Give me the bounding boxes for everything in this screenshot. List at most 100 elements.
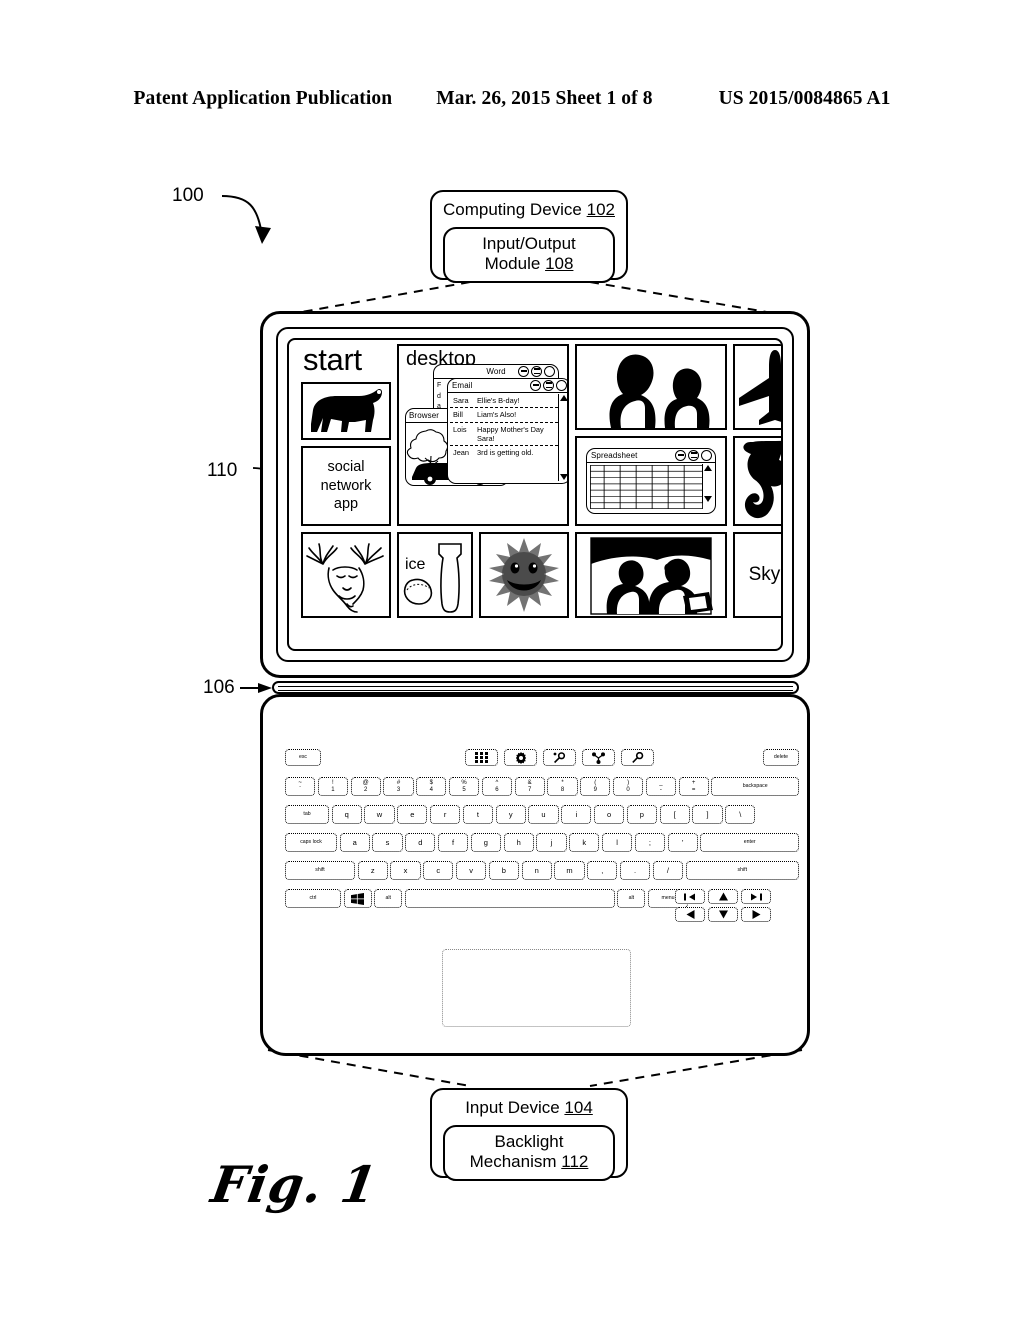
key-k[interactable]: k xyxy=(569,833,600,852)
email-list-item[interactable]: Sara Ellie's B-day! xyxy=(450,394,558,409)
close-icon[interactable] xyxy=(544,366,555,378)
spreadsheet-scrollbar[interactable] xyxy=(702,464,713,503)
minimize-icon[interactable] xyxy=(518,366,529,378)
key--[interactable]: _ - xyxy=(645,777,676,796)
close-icon[interactable] xyxy=(701,450,712,462)
key-`[interactable]: ~ ` xyxy=(285,777,316,796)
word-window-controls[interactable] xyxy=(518,366,555,378)
key-b[interactable]: b xyxy=(488,861,519,880)
scroll-down-icon[interactable] xyxy=(704,496,712,502)
key-[[interactable]: [ xyxy=(659,805,690,824)
key-magnifier[interactable] xyxy=(543,749,576,766)
key-n[interactable]: n xyxy=(521,861,552,880)
maximize-icon[interactable] xyxy=(543,380,554,392)
airplane-tile[interactable] xyxy=(733,344,781,430)
key-i[interactable]: i xyxy=(561,805,592,824)
maximize-icon[interactable] xyxy=(688,450,699,462)
key-shift-right[interactable]: shift xyxy=(685,861,799,880)
key-d[interactable]: d xyxy=(405,833,436,852)
key-=[interactable]: + = xyxy=(678,777,709,796)
key-search[interactable] xyxy=(621,749,654,766)
key-j[interactable]: j xyxy=(536,833,567,852)
key-delete[interactable]: delete xyxy=(763,749,799,766)
key-3[interactable]: #3 xyxy=(383,777,414,796)
key-start-grid[interactable] xyxy=(465,749,498,766)
key-shift-left[interactable]: shift xyxy=(285,861,355,880)
key-gear[interactable] xyxy=(504,749,537,766)
maximize-icon[interactable] xyxy=(531,366,542,378)
email-window-controls[interactable] xyxy=(530,380,567,392)
key-f[interactable]: f xyxy=(438,833,469,852)
key-end[interactable] xyxy=(741,889,771,904)
key-/[interactable]: / xyxy=(652,861,683,880)
key-x[interactable]: x xyxy=(390,861,421,880)
trackpad[interactable] xyxy=(442,949,631,1027)
email-list-item[interactable]: Lois Happy Mother's Day Sara! xyxy=(450,423,558,446)
key-2[interactable]: @2 xyxy=(350,777,381,796)
key-s[interactable]: s xyxy=(372,833,403,852)
spreadsheet-window-controls[interactable] xyxy=(675,450,712,462)
email-window[interactable]: Email Sara Ellie's B-day! Bill Liam's Al… xyxy=(447,378,567,484)
key-6[interactable]: ^ 6 xyxy=(481,777,512,796)
desktop-tile[interactable]: desktop Word FdaL xyxy=(397,344,569,526)
email-message-list[interactable]: Sara Ellie's B-day! Bill Liam's Also! Lo… xyxy=(450,394,558,481)
key-ctrl[interactable]: ctrl xyxy=(285,889,341,908)
key-p[interactable]: p xyxy=(626,805,657,824)
key-alt-left[interactable]: alt xyxy=(374,889,403,908)
key-a[interactable]: a xyxy=(339,833,370,852)
key-8[interactable]: * 8 xyxy=(547,777,578,796)
minimize-icon[interactable] xyxy=(530,380,541,392)
key-arrow-up[interactable] xyxy=(708,889,738,904)
key-w[interactable]: w xyxy=(364,805,395,824)
key-o[interactable]: o xyxy=(594,805,625,824)
key-1[interactable]: ! 1 xyxy=(317,777,348,796)
skype-tile[interactable]: Skype xyxy=(733,532,781,618)
key-h[interactable]: h xyxy=(503,833,534,852)
key-9[interactable]: (9 xyxy=(580,777,611,796)
key-'[interactable]: ' xyxy=(667,833,698,852)
scroll-up-icon[interactable] xyxy=(704,465,712,471)
key-q[interactable]: q xyxy=(331,805,362,824)
key-arrow-left[interactable] xyxy=(675,907,705,922)
key-enter[interactable]: enter xyxy=(700,833,799,852)
key-share[interactable] xyxy=(582,749,615,766)
email-list-item[interactable]: Jean 3rd is getting old. xyxy=(450,446,558,459)
key-.[interactable]: . xyxy=(620,861,651,880)
key-spacebar[interactable] xyxy=(404,889,615,908)
key-e[interactable]: e xyxy=(397,805,428,824)
key-windows[interactable] xyxy=(343,889,372,908)
minimize-icon[interactable] xyxy=(675,450,686,462)
spreadsheet-window[interactable]: Spreadsheet xyxy=(586,448,716,514)
key-home[interactable] xyxy=(675,889,705,904)
people-photo-tile[interactable] xyxy=(575,344,727,430)
key-arrow-right[interactable] xyxy=(741,907,771,922)
social-network-app-tile[interactable]: social network app xyxy=(301,446,391,526)
email-list-item[interactable]: Bill Liam's Also! xyxy=(450,408,558,423)
email-scrollbar[interactable] xyxy=(557,394,567,481)
scroll-down-icon[interactable] xyxy=(559,474,567,480)
key-t[interactable]: t xyxy=(462,805,493,824)
key-tab[interactable]: tab xyxy=(285,805,329,824)
key-0[interactable]: ) 0 xyxy=(613,777,644,796)
key-,[interactable]: , xyxy=(587,861,618,880)
scroll-up-icon[interactable] xyxy=(559,395,567,401)
family-photo-tile[interactable] xyxy=(575,532,727,618)
key-7[interactable]: & 7 xyxy=(514,777,545,796)
ice-tile[interactable]: ice xyxy=(397,532,473,618)
key-z[interactable]: z xyxy=(357,861,388,880)
key-5[interactable]: % 5 xyxy=(449,777,480,796)
emoji-tile[interactable] xyxy=(479,532,569,618)
key-l[interactable]: l xyxy=(602,833,633,852)
spreadsheet-grid[interactable] xyxy=(590,465,703,509)
key-backspace[interactable]: backspace xyxy=(711,777,799,796)
key-caps-lock[interactable]: caps lock xyxy=(285,833,337,852)
monkey-tile[interactable] xyxy=(733,436,781,526)
dog-tile[interactable] xyxy=(301,382,391,440)
key-r[interactable]: r xyxy=(430,805,461,824)
key-alt-right[interactable]: alt xyxy=(617,889,646,908)
key-4[interactable]: $4 xyxy=(416,777,447,796)
close-icon[interactable] xyxy=(556,380,567,392)
key-\[interactable]: \ xyxy=(725,805,756,824)
spreadsheet-tile[interactable]: Spreadsheet xyxy=(575,436,727,526)
key-esc[interactable]: esc xyxy=(285,749,321,766)
